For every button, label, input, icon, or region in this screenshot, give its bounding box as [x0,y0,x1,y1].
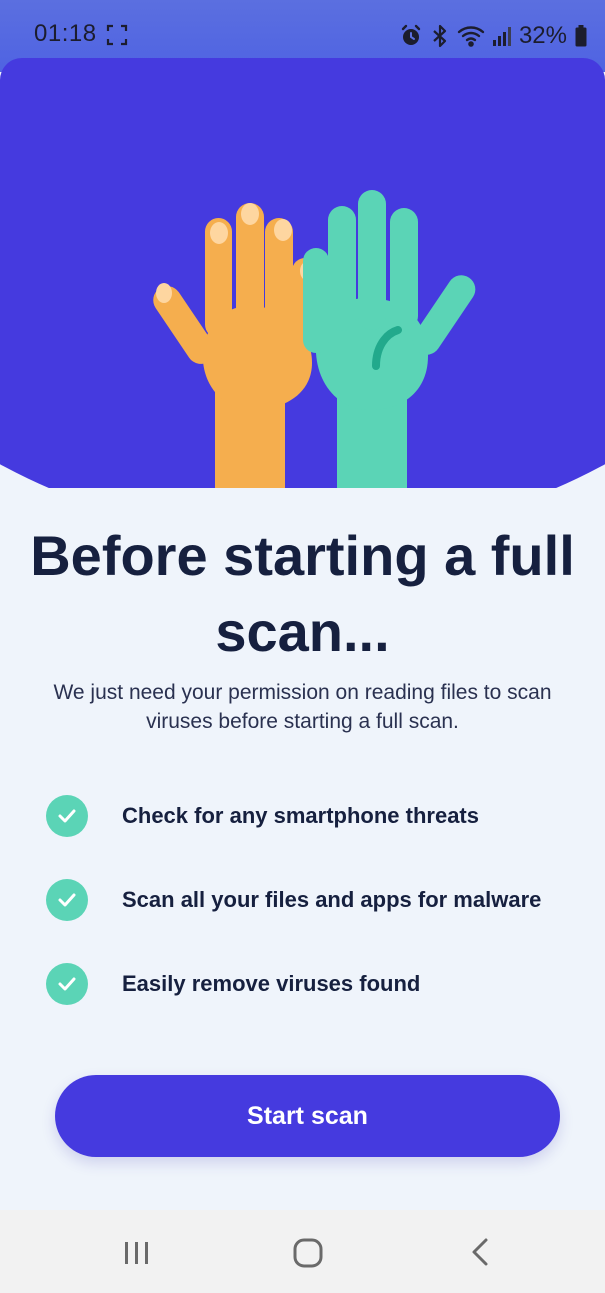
system-nav-bar [0,1210,605,1293]
wifi-icon [457,25,485,47]
back-icon[interactable] [466,1232,496,1277]
page-description: We just need your permission on reading … [53,681,552,733]
feature-label: Easily remove viruses found [122,971,421,996]
battery-level: 32% [518,22,567,49]
list-item: Easily remove viruses found [46,963,420,1005]
raised-hands-illustration [153,190,476,488]
feature-label: Check for any smartphone threats [122,803,479,828]
home-icon[interactable] [290,1232,326,1277]
left-hand-orange [153,203,318,488]
alarm-icon [399,24,423,48]
list-item: Scan all your files and apps for malware [46,879,541,921]
hero-illustration [0,58,605,488]
check-icon [46,879,88,921]
check-icon [46,963,88,1005]
battery-icon [575,25,587,47]
status-icons: 32% [399,20,587,52]
screenshot-icon [106,24,128,51]
page-title: Before starting a full scan... [30,524,575,663]
right-hand-teal [303,190,476,488]
cell-signal-icon [492,26,511,46]
bluetooth-icon [431,24,449,48]
recent-apps-icon[interactable] [122,1232,152,1277]
feature-label: Scan all your files and apps for malware [122,887,542,912]
start-scan-button[interactable]: Start scan [55,1075,560,1157]
check-icon [46,795,88,837]
list-item: Check for any smartphone threats [46,795,479,837]
status-time: 01:18 [34,20,97,47]
